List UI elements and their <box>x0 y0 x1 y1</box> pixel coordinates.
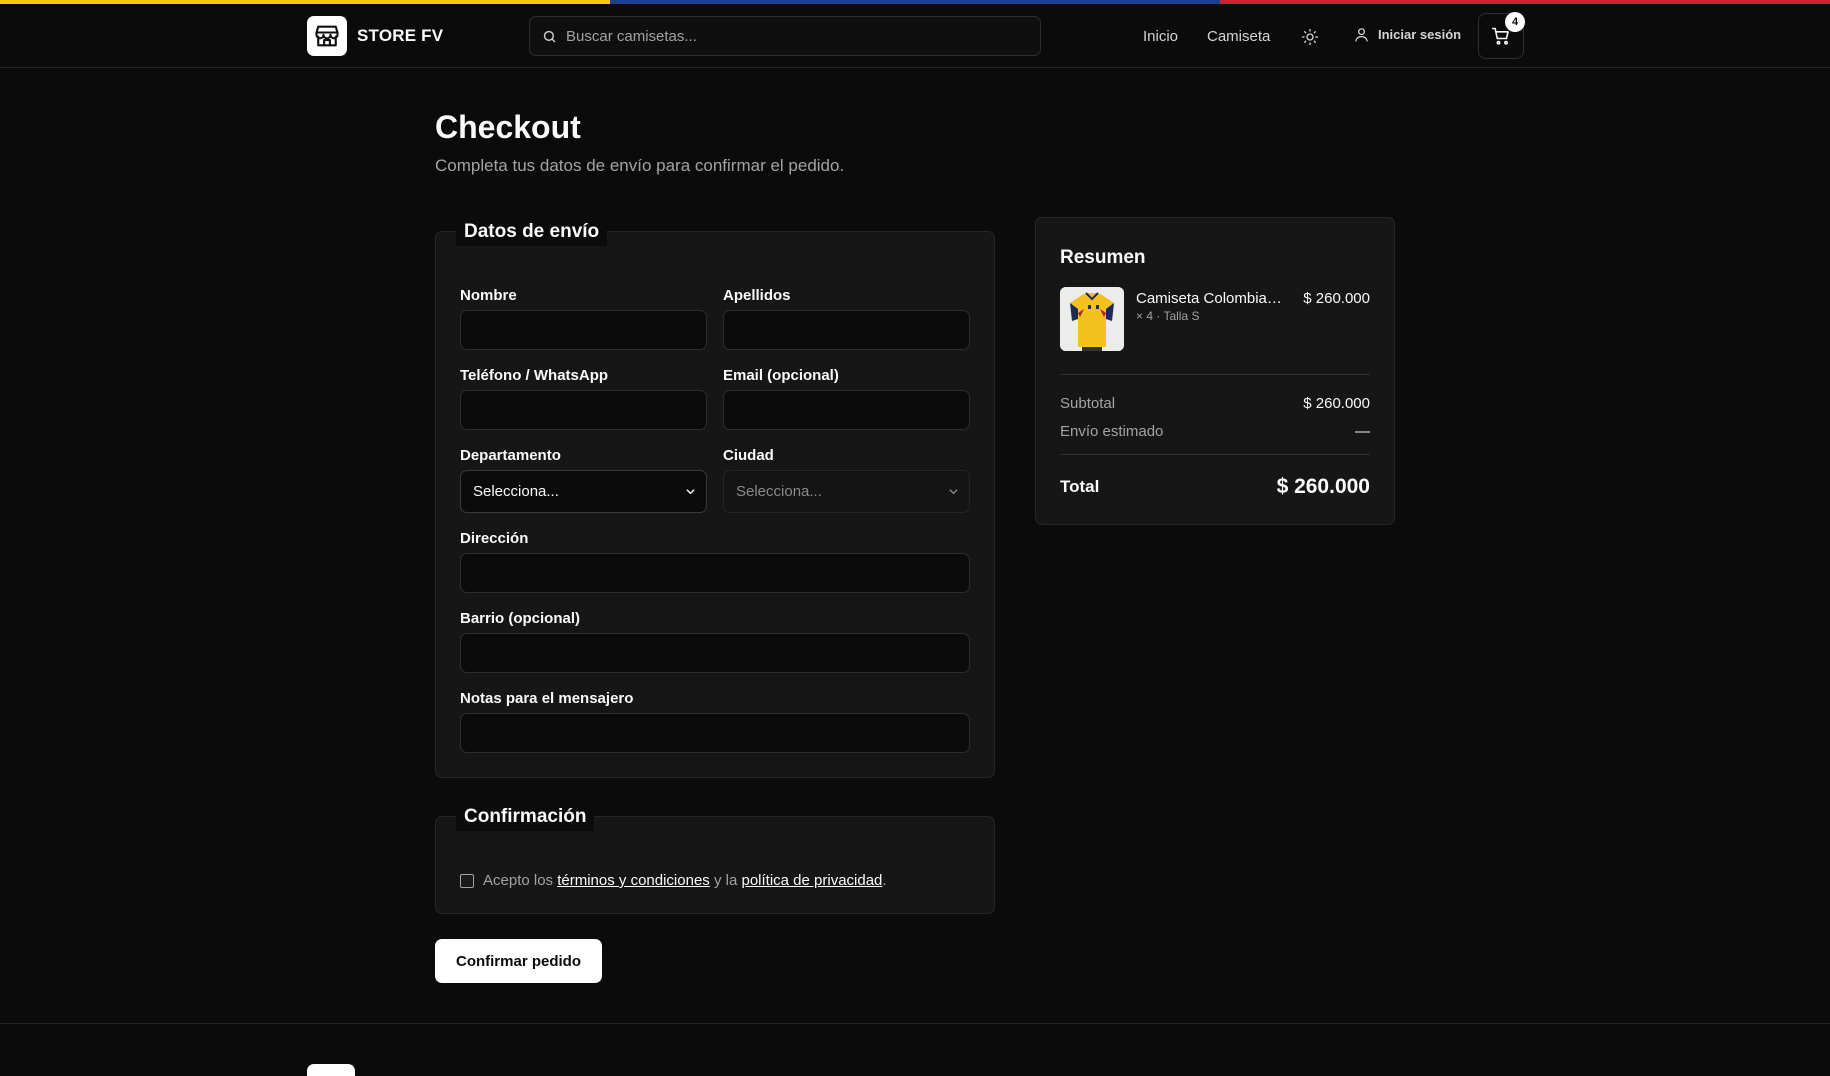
summary-divider <box>1060 374 1370 375</box>
nombre-input[interactable] <box>461 311 706 349</box>
chevron-down-icon <box>949 489 958 495</box>
privacy-link[interactable]: política de privacidad <box>741 872 882 889</box>
total-value: $ 260.000 <box>1276 475 1370 498</box>
summary-divider <box>1060 454 1370 455</box>
brand-name[interactable]: STORE FV <box>357 26 443 46</box>
confirmation-section: Confirmación Acepto los términos y condi… <box>435 803 995 914</box>
apellidos-label: Apellidos <box>723 287 791 304</box>
cart-count-badge: 4 <box>1505 12 1525 32</box>
search-input[interactable] <box>566 27 1006 45</box>
confirmation-legend: Confirmación <box>456 803 595 831</box>
shipping-form: Datos de envío Nombre Apellidos Teléfono… <box>435 218 995 778</box>
nav-link-camiseta[interactable]: Camiseta <box>1207 28 1270 45</box>
nombre-label: Nombre <box>460 287 517 304</box>
total-label: Total <box>1060 477 1100 496</box>
notas-input[interactable] <box>461 714 969 752</box>
telefono-field[interactable] <box>460 390 707 430</box>
nav-link-inicio[interactable]: Inicio <box>1143 28 1178 45</box>
terms-suffix: . <box>882 872 887 889</box>
page-subtitle: Completa tus datos de envío para confirm… <box>435 156 845 175</box>
search-icon <box>543 30 556 42</box>
apellidos-field[interactable] <box>723 310 970 350</box>
storefront-icon <box>315 25 339 47</box>
subtotal-value: $ 260.000 <box>1303 395 1370 412</box>
telefono-input[interactable] <box>461 391 706 429</box>
ciudad-label: Ciudad <box>723 447 774 464</box>
theme-toggle-button[interactable] <box>1298 25 1322 49</box>
shipping-estimate-value: — <box>1355 423 1370 440</box>
page-footer <box>0 1023 1830 1076</box>
departamento-label: Departamento <box>460 447 561 464</box>
direccion-label: Dirección <box>460 530 529 547</box>
barrio-field[interactable] <box>460 633 970 673</box>
barrio-label: Barrio (opcional) <box>460 610 581 627</box>
email-label: Email (opcional) <box>723 367 839 384</box>
confirm-order-button[interactable]: Confirmar pedido <box>435 939 602 983</box>
direccion-input[interactable] <box>461 554 969 592</box>
notas-field[interactable] <box>460 713 970 753</box>
login-label: Iniciar sesión <box>1378 27 1462 42</box>
product-price: $ 260.000 <box>1303 290 1370 307</box>
nombre-field[interactable] <box>460 310 707 350</box>
subtotal-label: Subtotal <box>1060 395 1116 412</box>
total-row: Total $ 260.000 <box>1060 475 1370 499</box>
shipping-estimate-label: Envío estimado <box>1060 423 1164 440</box>
summary-title: Resumen <box>1060 247 1146 268</box>
apellidos-input[interactable] <box>724 311 969 349</box>
departamento-value: Selecciona... <box>473 483 559 500</box>
departamento-select[interactable]: Selecciona... <box>460 470 707 513</box>
terms-link[interactable]: términos y condiciones <box>557 872 710 889</box>
user-icon <box>1355 28 1368 42</box>
terms-checkbox[interactable] <box>460 873 474 888</box>
sun-icon <box>1301 28 1319 46</box>
cart-button[interactable]: 4 <box>1478 12 1525 59</box>
top-navbar: STORE FV Inicio Camiseta Iniciar sesión … <box>0 4 1830 68</box>
product-name: Camiseta Colombia I... <box>1136 290 1286 307</box>
chevron-down-icon <box>686 489 695 495</box>
login-link[interactable]: Iniciar sesión <box>1353 26 1461 43</box>
direccion-field[interactable] <box>460 553 970 593</box>
terms-row: Acepto los términos y condiciones y la p… <box>460 872 887 889</box>
footer-logo[interactable] <box>307 1064 355 1076</box>
shipping-estimate-row: Envío estimado — <box>1060 423 1370 440</box>
notas-label: Notas para el mensajero <box>460 690 634 707</box>
product-meta: × 4 · Talla S <box>1136 309 1200 323</box>
jersey-image <box>1060 287 1124 351</box>
product-thumbnail <box>1060 287 1124 351</box>
order-summary: Resumen Camiseta Colombia I... × 4 · Tal… <box>1035 217 1395 525</box>
ciudad-value: Selecciona... <box>736 483 822 500</box>
terms-middle: y la <box>713 872 738 889</box>
email-input[interactable] <box>724 391 969 429</box>
barrio-input[interactable] <box>461 634 969 672</box>
email-field[interactable] <box>723 390 970 430</box>
search-bar[interactable] <box>529 16 1041 56</box>
terms-prefix: Acepto los <box>483 872 554 889</box>
subtotal-row: Subtotal $ 260.000 <box>1060 395 1370 412</box>
page-title: Checkout <box>435 109 581 145</box>
store-logo[interactable] <box>307 16 347 56</box>
telefono-label: Teléfono / WhatsApp <box>460 367 609 384</box>
ciudad-select[interactable]: Selecciona... <box>723 470 970 513</box>
shipping-legend: Datos de envío <box>456 218 608 246</box>
